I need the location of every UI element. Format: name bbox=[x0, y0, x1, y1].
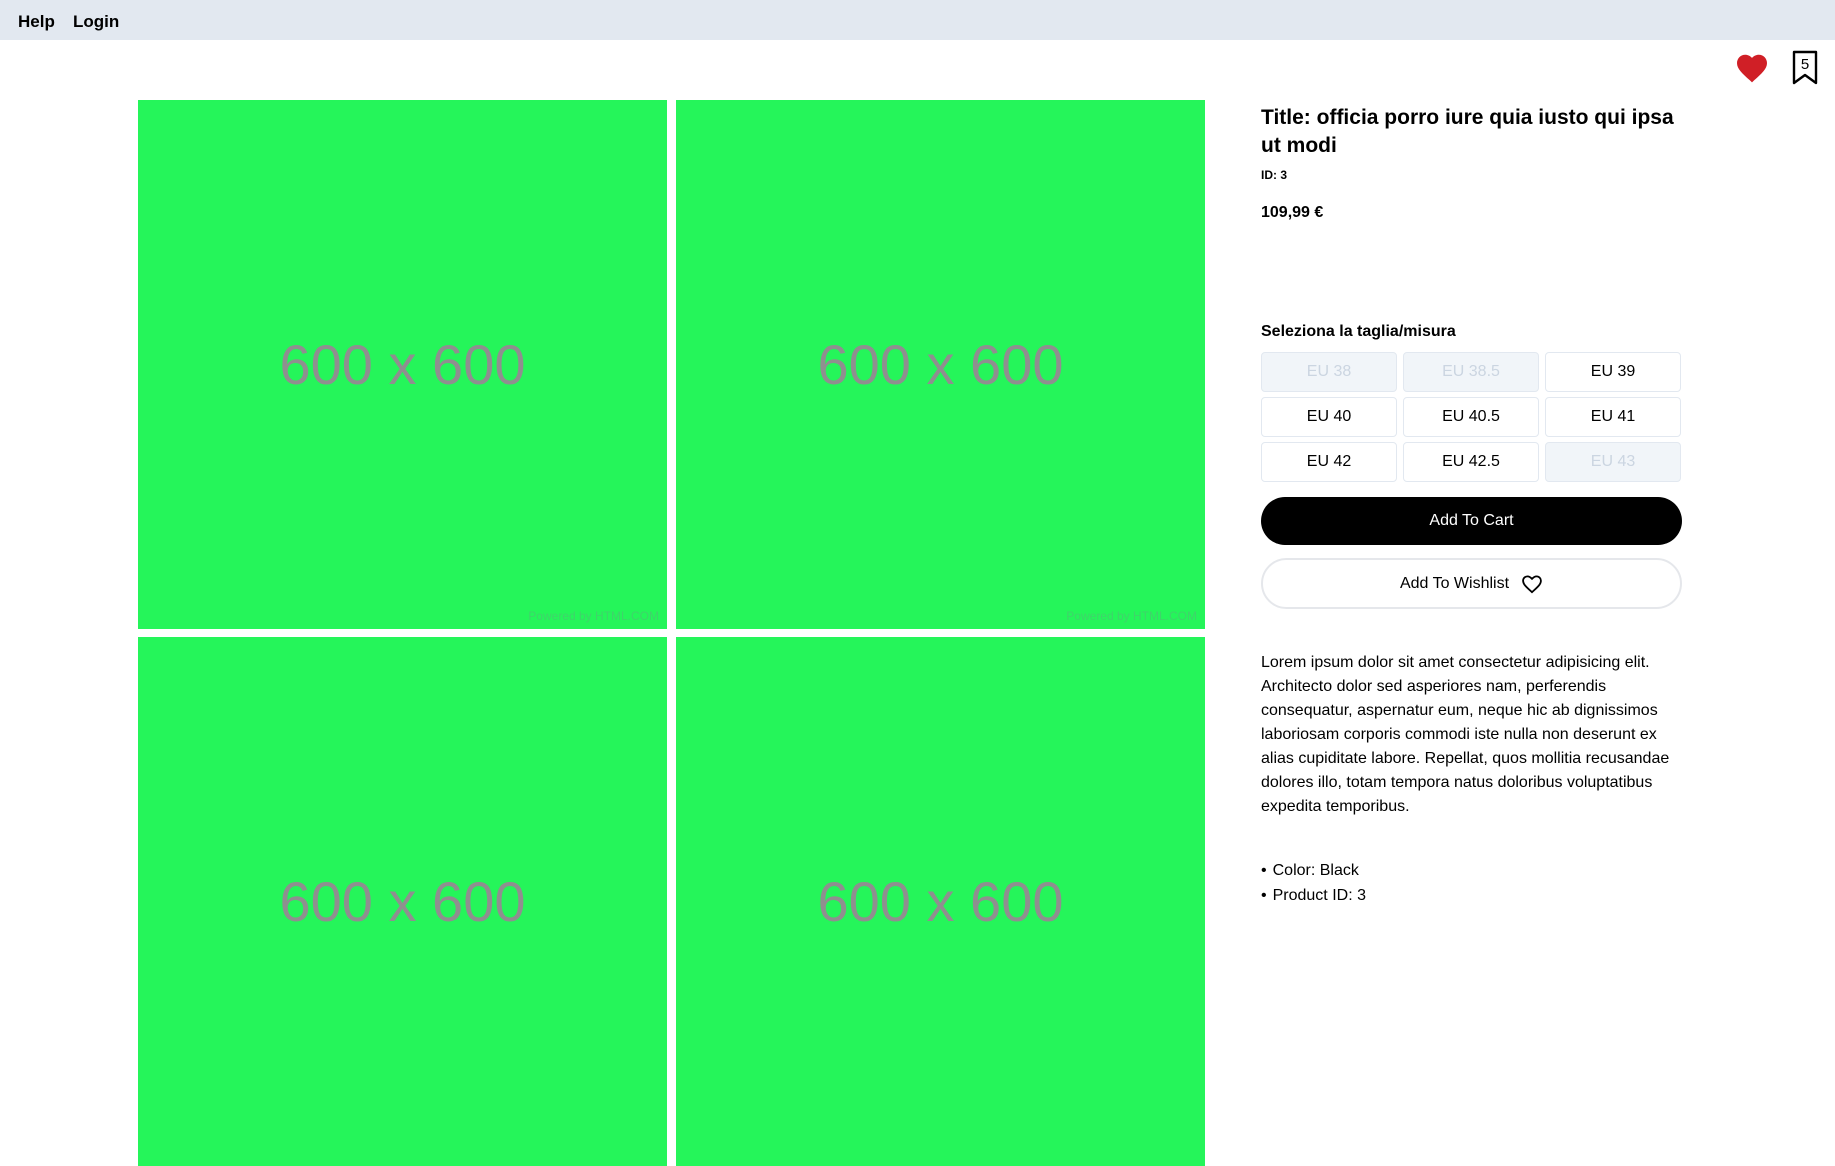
product-image[interactable]: 600 x 600 Powered by HTML.COM bbox=[676, 100, 1205, 629]
add-to-wishlist-label: Add To Wishlist bbox=[1399, 574, 1510, 592]
spec-item: Color: Black bbox=[1261, 858, 1366, 883]
size-selector: EU 38 EU 38.5 EU 39 EU 40 EU 40.5 EU 41 … bbox=[1261, 352, 1682, 482]
heart-outline-icon bbox=[1522, 574, 1542, 593]
image-placeholder-label: 600 x 600 bbox=[817, 333, 1064, 396]
product-specs: Color: Black Product ID: 3 bbox=[1261, 858, 1366, 908]
heart-icon[interactable] bbox=[1735, 53, 1769, 83]
product-info: Title: officia porro iure quia iusto qui… bbox=[1261, 104, 1682, 222]
help-link[interactable]: Help bbox=[18, 12, 55, 32]
image-watermark: Powered by HTML.COM bbox=[1066, 609, 1197, 623]
product-image[interactable]: 600 x 600 bbox=[676, 637, 1205, 1166]
bookmark-count: 5 bbox=[1800, 56, 1810, 73]
bookmark-button[interactable]: 5 bbox=[1791, 50, 1819, 86]
size-option[interactable]: EU 42 bbox=[1261, 442, 1397, 482]
image-placeholder-label: 600 x 600 bbox=[279, 333, 526, 396]
top-navigation-bar: Help Login bbox=[0, 0, 1835, 40]
size-option: EU 38.5 bbox=[1403, 352, 1539, 392]
size-option: EU 43 bbox=[1545, 442, 1681, 482]
size-option[interactable]: EU 40.5 bbox=[1403, 397, 1539, 437]
size-option[interactable]: EU 40 bbox=[1261, 397, 1397, 437]
image-placeholder-label: 600 x 600 bbox=[279, 870, 526, 933]
add-to-cart-button[interactable]: Add To Cart bbox=[1261, 497, 1682, 545]
add-to-wishlist-button[interactable]: Add To Wishlist bbox=[1261, 558, 1682, 609]
login-link[interactable]: Login bbox=[73, 12, 119, 32]
product-image[interactable]: 600 x 600 bbox=[138, 637, 667, 1166]
product-title: Title: officia porro iure quia iusto qui… bbox=[1261, 106, 1674, 157]
size-option[interactable]: EU 39 bbox=[1545, 352, 1681, 392]
product-gallery: 600 x 600 Powered by HTML.COM 600 x 600 … bbox=[138, 100, 1206, 1166]
size-option[interactable]: EU 42.5 bbox=[1403, 442, 1539, 482]
product-price: 109,99 € bbox=[1261, 204, 1324, 221]
image-placeholder-label: 600 x 600 bbox=[817, 870, 1064, 933]
product-description: Lorem ipsum dolor sit amet consectetur a… bbox=[1261, 654, 1670, 815]
size-selector-label: Seleziona la taglia/misura bbox=[1261, 323, 1456, 340]
size-option[interactable]: EU 41 bbox=[1545, 397, 1681, 437]
image-watermark: Powered by HTML.COM bbox=[528, 609, 659, 623]
product-image[interactable]: 600 x 600 Powered by HTML.COM bbox=[138, 100, 667, 629]
product-id: ID: 3 bbox=[1261, 168, 1288, 182]
size-option: EU 38 bbox=[1261, 352, 1397, 392]
spec-item: Product ID: 3 bbox=[1261, 883, 1366, 908]
